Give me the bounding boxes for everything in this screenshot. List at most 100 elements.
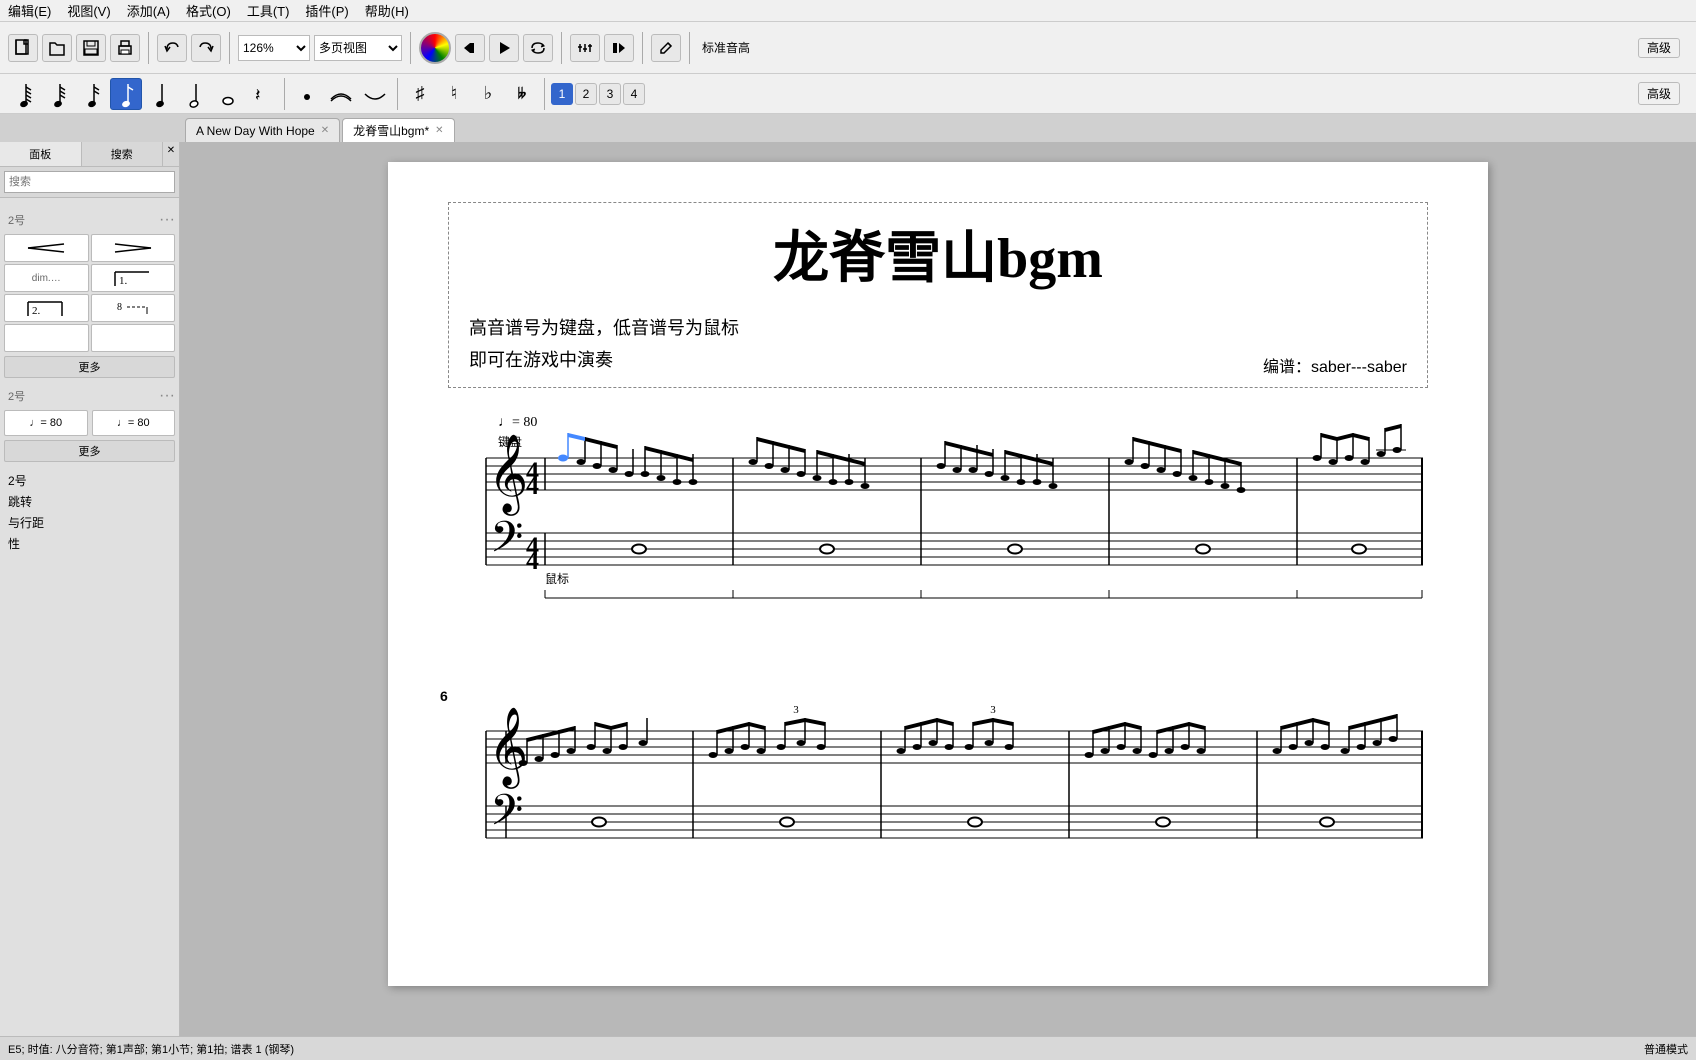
n4[interactable] [625,471,634,477]
redo-button[interactable] [191,34,221,62]
view-mode-select[interactable]: 多页视图单页视图连续视图 [314,35,402,61]
note-whole[interactable] [212,78,244,110]
note-32nd[interactable] [42,78,74,110]
menu-format[interactable]: 格式(O) [186,1,231,20]
open-button[interactable] [42,34,72,62]
bass-whole-1[interactable] [632,544,646,553]
search-input[interactable] [4,171,175,193]
tie-button[interactable] [359,78,391,110]
panel-section-hairpin-dots[interactable]: ··· [159,211,175,229]
search-box [0,167,179,198]
edit-mode-button[interactable] [651,34,681,62]
note-64th[interactable] [8,78,40,110]
rest-symbol[interactable]: 𝄽 [246,78,278,110]
note-toolbar: 𝄽 ♯ ♮ ♭ 𝄫 1 2 3 4 高级 [0,74,1696,114]
score-header: 龙脊雪山bgm 高音谱号为键盘，低音谱号为鼠标 即可在游戏中演奏 编谱：sabe… [448,202,1428,388]
score-area[interactable]: 龙脊雪山bgm 高音谱号为键盘，低音谱号为鼠标 即可在游戏中演奏 编谱：sabe… [180,142,1696,1036]
menu-edit[interactable]: 编辑(E) [8,1,51,20]
sharp-button[interactable]: ♯ [404,78,436,110]
note-eighth[interactable] [110,78,142,110]
panel-close-button[interactable]: ✕ [163,142,179,158]
m2n1[interactable] [749,459,758,465]
panel-prop-props[interactable]: 性 [4,533,175,554]
play-button[interactable] [489,34,519,62]
panel-item-volta2[interactable]: 2. [4,294,89,322]
sep-acc [544,78,545,110]
n8[interactable] [689,479,698,485]
zoom-select[interactable]: 126%100%75%150% [238,35,310,61]
tab-new-day[interactable]: A New Day With Hope ✕ [185,118,340,142]
bass-whole-4[interactable] [1196,544,1210,553]
tab-longji-close[interactable]: ✕ [435,125,443,136]
panel-tempo-more-button[interactable]: 更多 [4,440,175,462]
voice-3-button[interactable]: 3 [599,83,621,105]
panel-prop-2[interactable]: 2号 [4,470,175,491]
panel-item-volta1[interactable]: 1. [91,264,176,292]
panel-item-blank2[interactable] [91,324,176,352]
score-title: 龙脊雪山bgm [469,213,1407,294]
n3[interactable] [609,467,618,473]
undo-button[interactable] [157,34,187,62]
bass-whole-5[interactable] [1352,544,1366,553]
menu-add[interactable]: 添加(A) [127,1,170,20]
panel-section-tempo-dots[interactable]: ··· [159,387,175,405]
color-wheel-button[interactable] [419,32,451,64]
panel-tempo-item-2[interactable]: ♩= 80 [92,410,176,436]
panel-tab-search[interactable]: 搜索 [82,142,164,166]
panel-item-blank1[interactable] [4,324,89,352]
menu-help[interactable]: 帮助(H) [365,1,409,20]
loop-button[interactable] [523,34,553,62]
menu-view[interactable]: 视图(V) [67,1,110,20]
note-half[interactable] [178,78,210,110]
voice-4-button[interactable]: 4 [623,83,645,105]
n6[interactable] [657,475,666,481]
panel-item-crescendo[interactable] [4,234,89,262]
panel-item-dim[interactable]: dim.… [4,264,89,292]
flat-button[interactable]: ♭ [472,78,504,110]
dot-button[interactable] [291,78,323,110]
panel-item-decrescendo[interactable] [91,234,176,262]
menu-plugins[interactable]: 插件(P) [305,1,348,20]
svg-text:8: 8 [117,302,122,313]
tempo-value-2: ♩= 80 [117,417,150,429]
separator-5 [642,32,643,64]
panel-tempo-item-1[interactable]: ♩= 80 [4,410,88,436]
n7[interactable] [673,479,682,485]
bass-whole-2[interactable] [820,544,834,553]
menu-tools[interactable]: 工具(T) [247,1,290,20]
rewind-button[interactable] [455,34,485,62]
panel-tab-panel[interactable]: 面板 [0,142,82,166]
voice-1-button[interactable]: 1 [551,83,573,105]
tab-new-day-close[interactable]: ✕ [321,125,329,136]
note-16th[interactable] [76,78,108,110]
slur-button[interactable] [325,78,357,110]
panel-prop-spacing[interactable]: 与行距 [4,512,175,533]
status-bar: E5; 时值: 八分音符; 第1声部; 第1小节; 第1拍; 谱表 1 (钢琴)… [0,1036,1696,1060]
new-button[interactable] [8,34,38,62]
double-flat-button[interactable]: 𝄫 [506,78,538,110]
n1[interactable] [577,459,586,465]
tab-longji[interactable]: 龙脊雪山bgm* ✕ [342,118,454,142]
panel-prop-jump[interactable]: 跳转 [4,491,175,512]
n2[interactable] [593,463,602,469]
score-subtitle: 高音谱号为键盘，低音谱号为鼠标 即可在游戏中演奏 [469,312,739,377]
note-selected[interactable] [558,454,568,461]
mixer-button[interactable] [570,34,600,62]
panel-section-tempo-title: 2号 [4,386,29,406]
separator-4 [561,32,562,64]
advanced-button-2[interactable]: 高级 [1638,82,1680,105]
panel-more-button[interactable]: 更多 [4,356,175,378]
save-button[interactable] [76,34,106,62]
note-quarter[interactable] [144,78,176,110]
natural-button[interactable]: ♮ [438,78,470,110]
print-button[interactable] [110,34,140,62]
main-layout: 面板 搜索 ✕ 2号 ··· dim. [0,142,1696,1036]
bass-whole-3[interactable] [1008,544,1022,553]
panel-item-ottava[interactable]: 8 [91,294,176,322]
panel-section-props: 2号 跳转 与行距 性 [4,470,175,554]
voice-2-button[interactable]: 2 [575,83,597,105]
advanced-button[interactable]: 高级 [1638,38,1680,58]
end-button[interactable] [604,34,634,62]
n5[interactable] [641,471,650,477]
score-title-area: 龙脊雪山bgm [469,213,1407,294]
